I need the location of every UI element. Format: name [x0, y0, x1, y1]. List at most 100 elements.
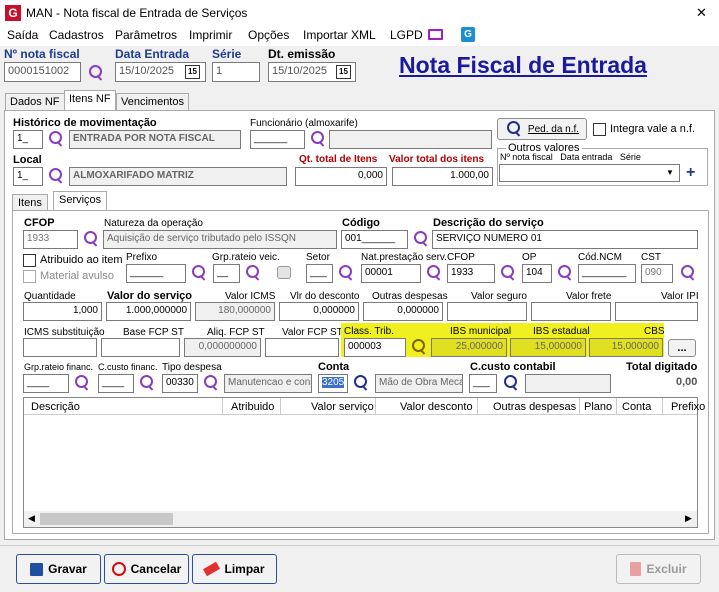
local-code-input[interactable]: 1_	[13, 167, 43, 186]
search-icon[interactable]	[47, 130, 65, 148]
valor-servico-input[interactable]: 1.000,000000	[106, 302, 191, 321]
search-icon[interactable]	[410, 338, 428, 356]
serie-input[interactable]: 1	[212, 62, 260, 82]
tipo-despesa-input[interactable]: 00330	[162, 374, 198, 393]
tab-itens-nf[interactable]: Itens NF	[64, 90, 116, 111]
frete-input[interactable]	[531, 302, 611, 321]
col-outras-despesas[interactable]: Outras despesas	[493, 401, 576, 413]
search-icon[interactable]	[502, 374, 520, 392]
scroll-right-icon[interactable]: ▶	[685, 513, 692, 524]
add-icon[interactable]: +	[686, 164, 695, 182]
grp-fin-input[interactable]: ____	[23, 374, 69, 393]
material-checkbox[interactable]	[23, 270, 36, 283]
excluir-button[interactable]: Excluir	[616, 554, 701, 584]
search-icon[interactable]	[244, 264, 262, 282]
calendar-icon[interactable]: 15	[336, 65, 351, 79]
menu-parametros[interactable]: Parâmetros	[115, 28, 177, 42]
cfop2-input[interactable]: 1933	[447, 264, 495, 283]
codigo-input[interactable]: 001______	[341, 230, 408, 249]
chevron-down-icon[interactable]: ▼	[666, 168, 674, 177]
tab-dados-nf[interactable]: Dados NF	[5, 93, 65, 110]
class-trib-input[interactable]: 000003	[344, 338, 406, 357]
col-prefixo[interactable]: Prefixo	[671, 401, 705, 413]
menu-cadastros[interactable]: Cadastros	[49, 28, 104, 42]
menu-imprimir[interactable]: Imprimir	[189, 28, 232, 42]
scroll-thumb[interactable]	[40, 513, 173, 525]
tab-servicos[interactable]: Serviços	[53, 191, 108, 211]
ncm-input[interactable]: ________	[578, 264, 636, 283]
outros-columns: Nº nota fiscal Data entrada Série	[500, 152, 641, 162]
descricao-input[interactable]: SERVIÇO NUMERO 01	[432, 230, 698, 249]
integra-checkbox[interactable]	[593, 123, 606, 136]
seguro-input[interactable]	[447, 302, 527, 321]
historico-desc: ENTRADA POR NOTA FISCAL	[69, 130, 241, 149]
search-icon[interactable]	[138, 374, 156, 392]
search-icon[interactable]	[425, 264, 443, 282]
scroll-left-icon[interactable]: ◀	[28, 513, 35, 524]
items-grid[interactable]	[23, 397, 698, 528]
base-fcp-input[interactable]	[101, 338, 180, 357]
search-icon[interactable]	[499, 264, 517, 282]
grp-rateio-label: Grp.rateio veic.	[212, 252, 280, 263]
op-label: OP	[522, 252, 537, 263]
col-conta[interactable]: Conta	[622, 401, 651, 413]
tab-vencimentos[interactable]: Vencimentos	[116, 93, 189, 110]
menu-saida[interactable]: Saída	[7, 28, 38, 42]
search-icon[interactable]	[47, 167, 65, 185]
nota-input[interactable]: 0000151002	[4, 62, 81, 82]
ped-nf-button[interactable]: Ped. da n.f.	[497, 118, 587, 140]
search-icon[interactable]	[556, 264, 574, 282]
binoculars-icon[interactable]	[277, 266, 291, 279]
op-input[interactable]: 104	[522, 264, 552, 283]
col-plano[interactable]: Plano	[584, 401, 612, 413]
ipi-input[interactable]	[615, 302, 698, 321]
quantidade-label: Quantidade	[24, 291, 76, 302]
col-valor-servico[interactable]: Valor serviço	[311, 401, 374, 413]
g-app-icon[interactable]: G	[461, 27, 475, 42]
atribuido-checkbox[interactable]	[23, 254, 36, 267]
search-icon[interactable]	[679, 264, 697, 282]
funcionario-input[interactable]: ______	[250, 130, 305, 149]
cfop-input[interactable]: 1933	[23, 230, 78, 249]
limpar-button[interactable]: Limpar	[192, 554, 277, 584]
col-atribuido[interactable]: Atribuido	[231, 401, 274, 413]
monitor-icon[interactable]	[428, 29, 443, 40]
ccusto-input[interactable]: ____	[98, 374, 134, 393]
gravar-button[interactable]: Gravar	[16, 554, 101, 584]
col-valor-desconto[interactable]: Valor desconto	[400, 401, 473, 413]
natprest-input[interactable]: 00001	[361, 264, 421, 283]
outras-input[interactable]: 0,000000	[363, 302, 443, 321]
menu-importar-xml[interactable]: Importar XML	[303, 28, 376, 42]
valor-fcp-input[interactable]	[265, 338, 339, 357]
grp-rateio-input[interactable]: __	[213, 264, 240, 283]
col-descricao[interactable]: Descrição	[31, 401, 80, 413]
conta-input[interactable]: 3205	[318, 374, 348, 393]
search-icon[interactable]	[352, 374, 370, 392]
more-button[interactable]: ...	[668, 339, 696, 357]
search-icon[interactable]	[202, 374, 220, 392]
quantidade-input[interactable]: 1,000	[23, 302, 102, 321]
menu-lgpd[interactable]: LGPD	[390, 28, 423, 42]
search-icon[interactable]	[73, 374, 91, 392]
search-icon[interactable]	[412, 230, 430, 248]
search-icon[interactable]	[337, 264, 355, 282]
setor-input[interactable]: ___	[306, 264, 333, 283]
vlr-desconto-input[interactable]: 0,000000	[279, 302, 359, 321]
historico-code-input[interactable]: 1_	[13, 130, 43, 149]
search-icon[interactable]	[190, 264, 208, 282]
menu-opcoes[interactable]: Opções	[248, 28, 289, 42]
close-icon[interactable]: ✕	[696, 5, 707, 21]
prefixo-input[interactable]: ______	[126, 264, 186, 283]
tab-itens[interactable]: Itens	[12, 194, 48, 211]
cst-input[interactable]: 090	[641, 264, 673, 283]
outros-dropdown[interactable]	[499, 164, 680, 182]
cancelar-button[interactable]: Cancelar	[104, 554, 189, 584]
icms-st-input[interactable]	[23, 338, 97, 357]
qt-total-label: Qt. total de Itens	[299, 154, 378, 165]
search-icon[interactable]	[309, 130, 327, 148]
horizontal-scrollbar[interactable]: ◀ ▶	[24, 511, 697, 527]
search-icon[interactable]	[82, 230, 100, 248]
calendar-icon[interactable]: 15	[185, 65, 200, 79]
ccont-input[interactable]: ___	[469, 374, 497, 393]
search-icon[interactable]	[87, 64, 105, 82]
